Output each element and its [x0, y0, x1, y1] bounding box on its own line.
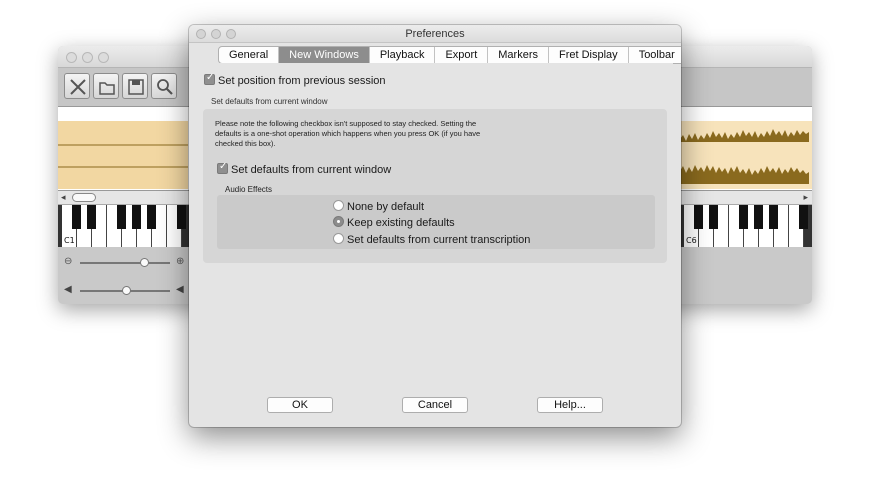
cancel-button[interactable]: Cancel [402, 397, 468, 413]
set-position-row[interactable]: Set position from previous session [204, 72, 386, 87]
piano-keys-left[interactable]: C1 [62, 205, 186, 247]
search-icon[interactable] [151, 73, 177, 99]
waveform-right [677, 121, 812, 189]
set-position-label[interactable]: Set position from previous session [218, 75, 386, 87]
zoom-slider[interactable]: ⊖ ⊕ [64, 256, 184, 270]
set-defaults-row[interactable]: Set defaults from current window [217, 161, 391, 176]
open-icon[interactable] [93, 73, 119, 99]
tab-playback[interactable]: Playback [370, 47, 436, 63]
minimize-window-icon[interactable] [82, 52, 93, 63]
tab-general[interactable]: General [219, 47, 280, 63]
ok-button[interactable]: OK [267, 397, 333, 413]
zoom-window-icon[interactable] [98, 52, 109, 63]
key-label-c6: C6 [686, 236, 697, 245]
tab-new-windows[interactable]: New Windows [279, 47, 370, 63]
audio-effects-caption: Audio Effects [225, 185, 272, 194]
preferences-dialog: Preferences General New Windows Playback… [189, 25, 681, 427]
save-icon[interactable] [122, 73, 148, 99]
zoom-slider-knob[interactable] [140, 258, 149, 267]
audio-effects-box: None by default Keep existing defaults S… [217, 195, 655, 249]
waveform-left [58, 121, 188, 189]
set-position-checkbox[interactable] [204, 72, 215, 85]
zoom-out-icon[interactable]: ⊖ [64, 256, 72, 267]
preferences-tabs: General New Windows Playback Export Mark… [218, 46, 681, 64]
radio-button-selected[interactable] [333, 216, 344, 227]
dialog-titlebar: Preferences [189, 25, 681, 43]
dialog-title: Preferences [405, 28, 465, 40]
defaults-group-box: Please note the following checkbox isn't… [203, 109, 667, 263]
set-defaults-label[interactable]: Set defaults from current window [231, 164, 391, 176]
scroll-right-arrow-icon[interactable]: ▸ [803, 192, 808, 203]
volume-slider[interactable]: ◀ ◀ [64, 284, 184, 298]
tab-export[interactable]: Export [435, 47, 489, 63]
set-defaults-checkbox[interactable] [217, 161, 228, 174]
radio-button[interactable] [333, 233, 344, 244]
radio-label[interactable]: Keep existing defaults [347, 217, 455, 229]
scrollbar-thumb[interactable] [72, 193, 96, 202]
tab-toolbar[interactable]: Toolbar [629, 47, 681, 63]
close-window-icon[interactable] [66, 52, 77, 63]
radio-keep-existing-defaults[interactable]: Keep existing defaults [333, 216, 455, 229]
tab-fret-display[interactable]: Fret Display [549, 47, 629, 63]
help-button[interactable]: Help... [537, 397, 603, 413]
zoom-in-icon[interactable]: ⊕ [176, 256, 184, 267]
radio-set-defaults-from-transcription[interactable]: Set defaults from current transcription [333, 233, 530, 246]
section-caption: Set defaults from current window [211, 97, 328, 106]
radio-label[interactable]: None by default [347, 201, 424, 213]
radio-none-by-default[interactable]: None by default [333, 200, 424, 213]
speaker-high-icon: ◀ [176, 284, 184, 295]
piano-keys-right[interactable]: C6 [684, 205, 808, 247]
volume-slider-knob[interactable] [122, 286, 131, 295]
close-x-icon[interactable] [64, 73, 90, 99]
note-text: Please note the following checkbox isn't… [215, 119, 481, 148]
key-label-c1: C1 [64, 236, 75, 245]
scroll-left-arrow-icon[interactable]: ◂ [61, 192, 66, 203]
speaker-low-icon: ◀ [64, 284, 72, 295]
radio-button[interactable] [333, 200, 344, 211]
tab-markers[interactable]: Markers [488, 47, 549, 63]
radio-label[interactable]: Set defaults from current transcription [347, 234, 530, 246]
tab-content-new-windows: Set position from previous session Set d… [197, 63, 673, 427]
